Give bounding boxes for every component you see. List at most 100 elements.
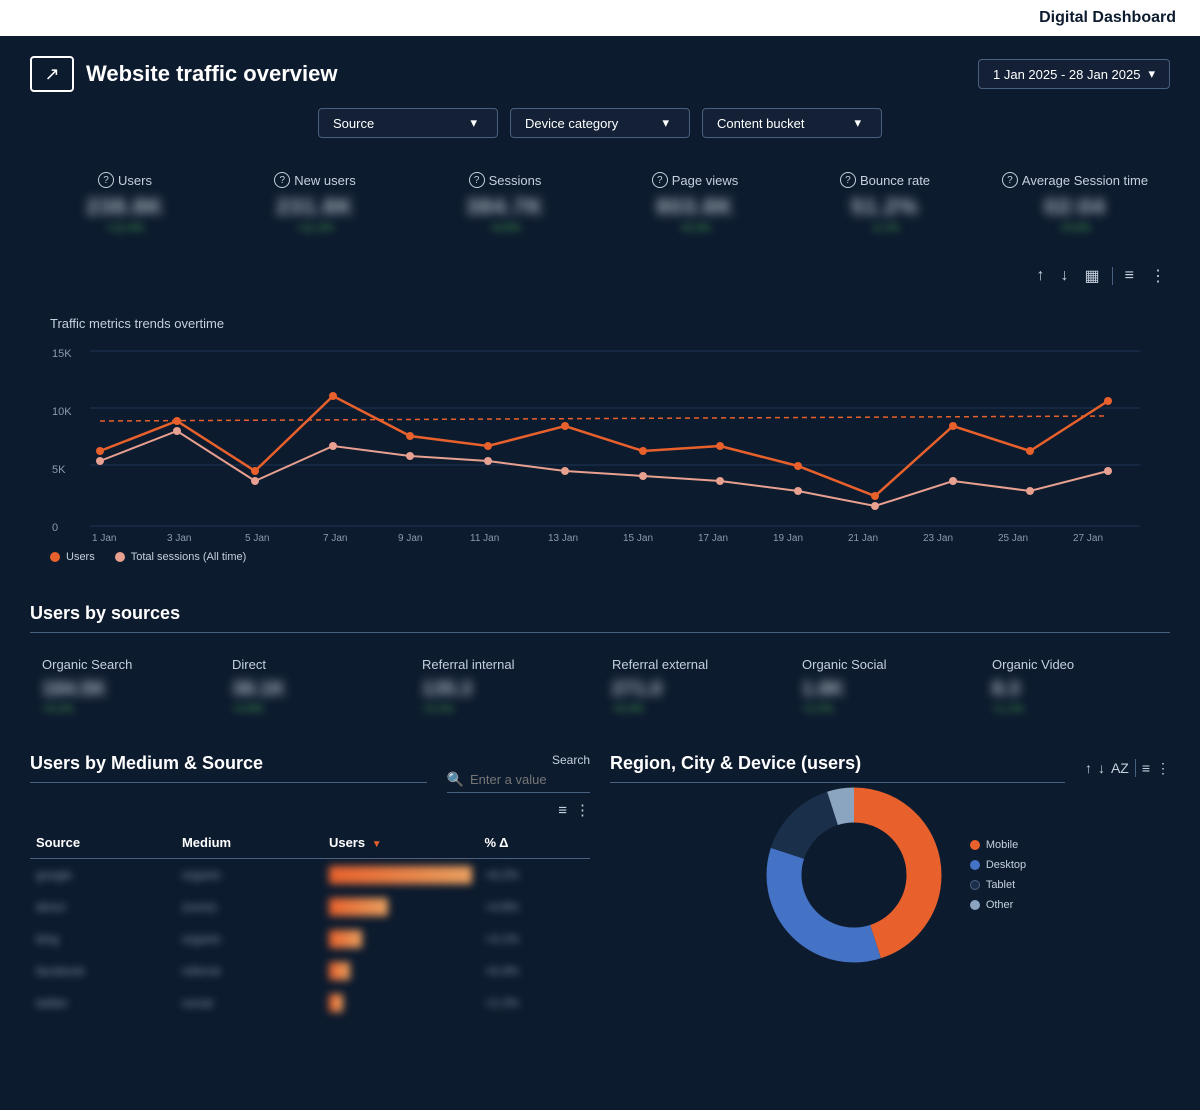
- cell-users-0: [323, 859, 479, 892]
- source-organic-video-label: Organic Video: [992, 657, 1074, 672]
- chart-type-button[interactable]: ▦: [1081, 264, 1104, 288]
- col-users[interactable]: Users ▼: [323, 827, 479, 859]
- cell-medium-0: organic: [176, 859, 323, 892]
- users-label: Users: [118, 173, 152, 188]
- source-referral-external-change: +6.4%: [612, 703, 644, 715]
- svg-text:17 Jan: 17 Jan: [698, 533, 728, 541]
- new-users-help-icon[interactable]: ?: [274, 172, 290, 188]
- svg-text:1 Jan: 1 Jan: [92, 533, 116, 541]
- filter-button[interactable]: ≡: [1121, 265, 1138, 287]
- page-views-help-icon[interactable]: ?: [652, 172, 668, 188]
- sessions-help-icon[interactable]: ?: [469, 172, 485, 188]
- source-direct-value: 38.1K: [232, 678, 285, 701]
- cell-delta-2: +3.1%: [478, 923, 590, 955]
- chart-title: Traffic metrics trends overtime: [50, 316, 1150, 331]
- page-title: Website traffic overview: [86, 61, 337, 87]
- svg-text:21 Jan: 21 Jan: [848, 533, 878, 541]
- avg-session-help-icon[interactable]: ?: [1002, 172, 1018, 188]
- table-more-button[interactable]: ⋮: [575, 801, 590, 819]
- source-referral-external-label: Referral external: [612, 657, 708, 672]
- cell-users-2: [323, 923, 479, 955]
- metrics-row: ? Users 238.8K +12.4% ? New users 231.8K…: [30, 162, 1170, 244]
- table-row: twitter social +2.2%: [30, 987, 590, 1019]
- legend-sessions-dot: [115, 552, 125, 562]
- table-toolbar: ≡ ⋮: [30, 801, 590, 819]
- upload-button[interactable]: ↑: [1033, 265, 1049, 287]
- region-upload-btn[interactable]: ↑: [1085, 760, 1092, 776]
- users-help-icon[interactable]: ?: [98, 172, 114, 188]
- new-users-value: 231.8K: [277, 194, 354, 220]
- date-range-picker[interactable]: 1 Jan 2025 - 28 Jan 2025 ▾: [978, 59, 1170, 89]
- content-bucket-chevron-icon: ▾: [854, 115, 861, 131]
- source-referral-external: Referral external 271.0 +6.4%: [600, 649, 790, 723]
- traffic-icon: ↗: [30, 56, 74, 92]
- bounce-rate-help-icon[interactable]: ?: [840, 172, 856, 188]
- search-input[interactable]: [470, 772, 590, 787]
- device-chevron-icon: ▾: [662, 115, 669, 131]
- download-button[interactable]: ↓: [1057, 265, 1073, 287]
- region-filter-btn[interactable]: ≡: [1142, 760, 1150, 776]
- chart-area: 15K 10K 5K 0 1 Jan 3 Jan 5 Jan 7 Jan 9 J…: [50, 341, 1150, 541]
- chevron-down-icon: ▾: [1148, 66, 1155, 82]
- content-bucket-label: Content bucket: [717, 116, 804, 131]
- bounce-rate-label: Bounce rate: [860, 173, 930, 188]
- top-bar: Digital Dashboard: [0, 0, 1200, 36]
- source-organic-video-change: +1.1%: [992, 703, 1024, 715]
- region-more-btn[interactable]: ⋮: [1156, 760, 1170, 777]
- svg-text:19 Jan: 19 Jan: [773, 533, 803, 541]
- svg-text:23 Jan: 23 Jan: [923, 533, 953, 541]
- col-medium: Medium: [176, 827, 323, 859]
- users-change: +12.4%: [106, 222, 144, 234]
- svg-text:11 Jan: 11 Jan: [470, 533, 499, 541]
- region-sort-az-btn[interactable]: AZ: [1111, 760, 1129, 776]
- sources-title: Users by sources: [30, 603, 1170, 633]
- donut-tablet-dot: [970, 880, 980, 890]
- page-views-label: Page views: [672, 173, 738, 188]
- new-users-change: +11.2%: [297, 222, 334, 234]
- donut-legend: Mobile Desktop Tablet Other: [970, 839, 1026, 911]
- chart-legend: Users Total sessions (All time): [50, 551, 1150, 563]
- source-organic-social-change: +2.2%: [802, 703, 834, 715]
- donut-other-label: Other: [986, 899, 1014, 911]
- metric-users: ? Users 238.8K +12.4%: [30, 162, 220, 244]
- metric-page-views: ? Page views 803.8K +8.3%: [600, 162, 790, 244]
- line-chart-svg: 15K 10K 5K 0 1 Jan 3 Jan 5 Jan 7 Jan 9 J…: [50, 341, 1150, 541]
- svg-text:5 Jan: 5 Jan: [245, 533, 269, 541]
- region-download-btn[interactable]: ↓: [1098, 760, 1105, 776]
- svg-text:7 Jan: 7 Jan: [323, 533, 347, 541]
- source-filter-label: Source: [333, 116, 374, 131]
- source-direct-change: +4.8%: [232, 703, 264, 715]
- metric-avg-session-time: ? Average Session time 02:04 +5.6%: [980, 162, 1170, 244]
- donut-mobile-dot: [970, 840, 980, 850]
- more-options-button[interactable]: ⋮: [1146, 264, 1170, 288]
- cell-source-1: direct: [30, 891, 176, 923]
- avg-session-value: 02:04: [1044, 194, 1105, 220]
- search-input-row: 🔍: [447, 771, 590, 793]
- cell-medium-3: referral: [176, 955, 323, 987]
- device-category-filter[interactable]: Device category ▾: [510, 108, 690, 138]
- source-organic-search-value: 184.5K: [42, 678, 107, 701]
- avg-session-label: Average Session time: [1022, 173, 1148, 188]
- source-referral-external-value: 271.0: [612, 678, 662, 701]
- svg-text:25 Jan: 25 Jan: [998, 533, 1028, 541]
- content-bucket-filter[interactable]: Content bucket ▾: [702, 108, 882, 138]
- source-organic-search-label: Organic Search: [42, 657, 132, 672]
- svg-text:15K: 15K: [52, 348, 72, 360]
- source-referral-internal-value: 135.3: [422, 678, 472, 701]
- toolbar-divider: [1112, 267, 1113, 285]
- source-direct: Direct 38.1K +4.8%: [220, 649, 410, 723]
- source-filter[interactable]: Source ▾: [318, 108, 498, 138]
- sources-grid: Organic Search 184.5K +9.2% Direct 38.1K…: [30, 649, 1170, 723]
- table-filter-button[interactable]: ≡: [558, 801, 567, 819]
- region-divider: [1135, 759, 1136, 777]
- table-header-row: Source Medium Users ▼ % Δ: [30, 827, 590, 859]
- source-referral-internal-change: +3.1%: [422, 703, 454, 715]
- metric-sessions: ? Sessions 384.7K +9.8%: [410, 162, 600, 244]
- sessions-change: +9.8%: [489, 222, 521, 234]
- region-toolbar: ↑ ↓ AZ ≡ ⋮: [1085, 759, 1170, 777]
- users-bar-3: [329, 962, 351, 980]
- cell-delta-4: +2.2%: [478, 987, 590, 1019]
- cell-delta-3: +6.4%: [478, 955, 590, 987]
- table-row: google organic +8.2%: [30, 859, 590, 892]
- source-organic-search-change: +9.2%: [42, 703, 74, 715]
